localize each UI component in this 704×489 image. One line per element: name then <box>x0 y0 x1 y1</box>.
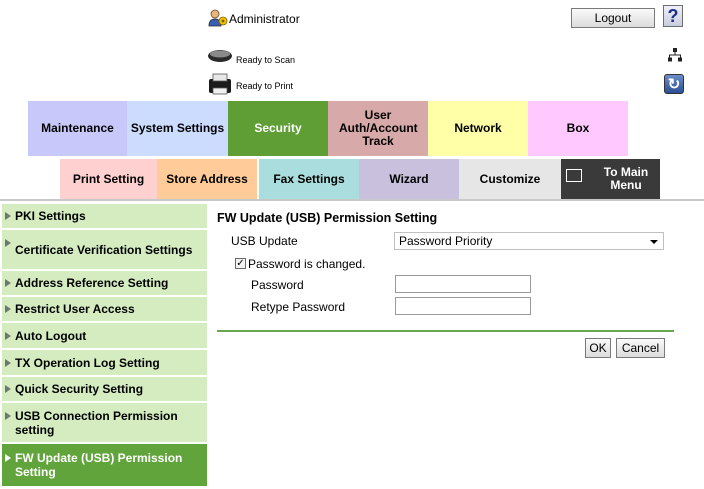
arrow-icon <box>5 385 11 393</box>
arrow-icon <box>5 212 11 220</box>
sidebar-item-label: TX Operation Log Setting <box>15 355 160 370</box>
tab-customize[interactable]: Customize <box>459 159 561 199</box>
sidebar-item-label: PKI Settings <box>15 209 86 223</box>
tab-box[interactable]: Box <box>528 101 628 156</box>
tab-system-settings[interactable]: System Settings <box>127 101 228 156</box>
arrow-icon <box>5 279 11 287</box>
arrow-icon <box>5 331 11 340</box>
tab-fax-settings[interactable]: Fax Settings <box>259 159 359 199</box>
retype-password-label: Retype Password <box>251 300 346 314</box>
sidebar-item-label: Address Reference Setting <box>15 276 169 290</box>
sidebar-item-address-reference[interactable]: Address Reference Setting <box>2 270 207 295</box>
scan-status: Ready to Scan <box>236 55 296 65</box>
sidebar-item-auto-logout[interactable]: Auto Logout <box>2 322 207 348</box>
sidebar-item-label: USB Connection Permission setting <box>15 408 178 437</box>
help-icon[interactable]: ? <box>663 5 683 27</box>
page-title: FW Update (USB) Permission Setting <box>217 211 438 225</box>
user-name: Administrator <box>229 12 300 26</box>
tab-wizard[interactable]: Wizard <box>359 159 459 199</box>
tab-label: Customize <box>479 171 541 186</box>
sidebar-item-label: FW Update (USB) Permission Setting <box>15 451 183 479</box>
sidebar-item-pki-settings[interactable]: PKI Settings <box>2 203 207 228</box>
tab-label: Print Setting <box>72 171 145 186</box>
sidebar-item-label: Quick Security Setting <box>15 382 144 396</box>
network-icon[interactable] <box>668 48 682 62</box>
tab-label: Security <box>254 121 302 135</box>
sidebar-item-quick-security[interactable]: Quick Security Setting <box>2 376 207 401</box>
tab-label: Maintenance <box>41 121 114 135</box>
sidebar-item-label: Certificate Verification Settings <box>15 242 193 257</box>
printer-icon <box>207 73 233 95</box>
tab-label: System Settings <box>130 121 225 135</box>
sidebar-item-label: Restrict User Access <box>15 302 135 316</box>
menu-icon <box>566 169 582 182</box>
sidebar-item-restrict-user-access[interactable]: Restrict User Access <box>2 296 207 321</box>
tab-label: Network <box>454 121 502 135</box>
tab-underline <box>0 199 704 201</box>
tab-maintenance[interactable]: Maintenance <box>28 101 127 156</box>
ok-button[interactable]: OK <box>585 338 611 358</box>
sidebar-item-usb-connection-permission[interactable]: USB Connection Permission setting <box>2 402 207 442</box>
usb-update-value: Password Priority <box>399 234 493 248</box>
sidebar-item-label: Auto Logout <box>15 328 87 343</box>
arrow-icon <box>5 412 11 420</box>
usb-update-label: USB Update <box>231 234 298 248</box>
password-changed-checkbox[interactable]: ✓ <box>235 258 246 269</box>
tab-label: Box <box>566 121 590 135</box>
arrow-icon <box>5 305 11 313</box>
retype-password-field[interactable] <box>395 297 531 315</box>
tab-label: Wizard <box>389 171 429 186</box>
tab-network[interactable]: Network <box>428 101 528 156</box>
print-status: Ready to Print <box>236 81 294 91</box>
tab-label: User Auth/Account Track <box>339 108 418 148</box>
password-field[interactable] <box>395 275 531 293</box>
cancel-button[interactable]: Cancel <box>616 338 665 358</box>
sidebar-item-tx-operation-log[interactable]: TX Operation Log Setting <box>2 349 207 375</box>
tab-store-address[interactable]: Store Address <box>157 159 257 199</box>
arrow-icon <box>5 454 11 462</box>
arrow-icon <box>5 358 11 367</box>
tab-label: To Main Menu <box>603 165 649 192</box>
logout-button[interactable]: Logout <box>571 8 655 28</box>
usb-update-select[interactable]: Password Priority <box>394 232 664 250</box>
tab-label: Store Address <box>166 171 248 186</box>
scanner-icon <box>207 47 233 65</box>
admin-icon <box>208 9 228 27</box>
tab-security[interactable]: Security <box>228 101 328 156</box>
to-main-menu-button[interactable]: To Main Menu <box>561 159 660 199</box>
password-changed-label: Password is changed. <box>248 257 366 271</box>
tab-print-setting[interactable]: Print Setting <box>60 159 157 199</box>
password-label: Password <box>251 278 304 292</box>
divider <box>217 330 674 332</box>
sidebar-item-certificate-verification[interactable]: Certificate Verification Settings <box>2 229 207 269</box>
refresh-icon[interactable]: ↻ <box>664 74 684 94</box>
sidebar-item-fw-update-permission[interactable]: FW Update (USB) Permission Setting <box>2 443 207 486</box>
arrow-icon <box>5 239 11 247</box>
tab-user-auth[interactable]: User Auth/Account Track <box>328 101 428 156</box>
chevron-down-icon <box>650 240 658 244</box>
tab-label: Fax Settings <box>273 171 345 186</box>
